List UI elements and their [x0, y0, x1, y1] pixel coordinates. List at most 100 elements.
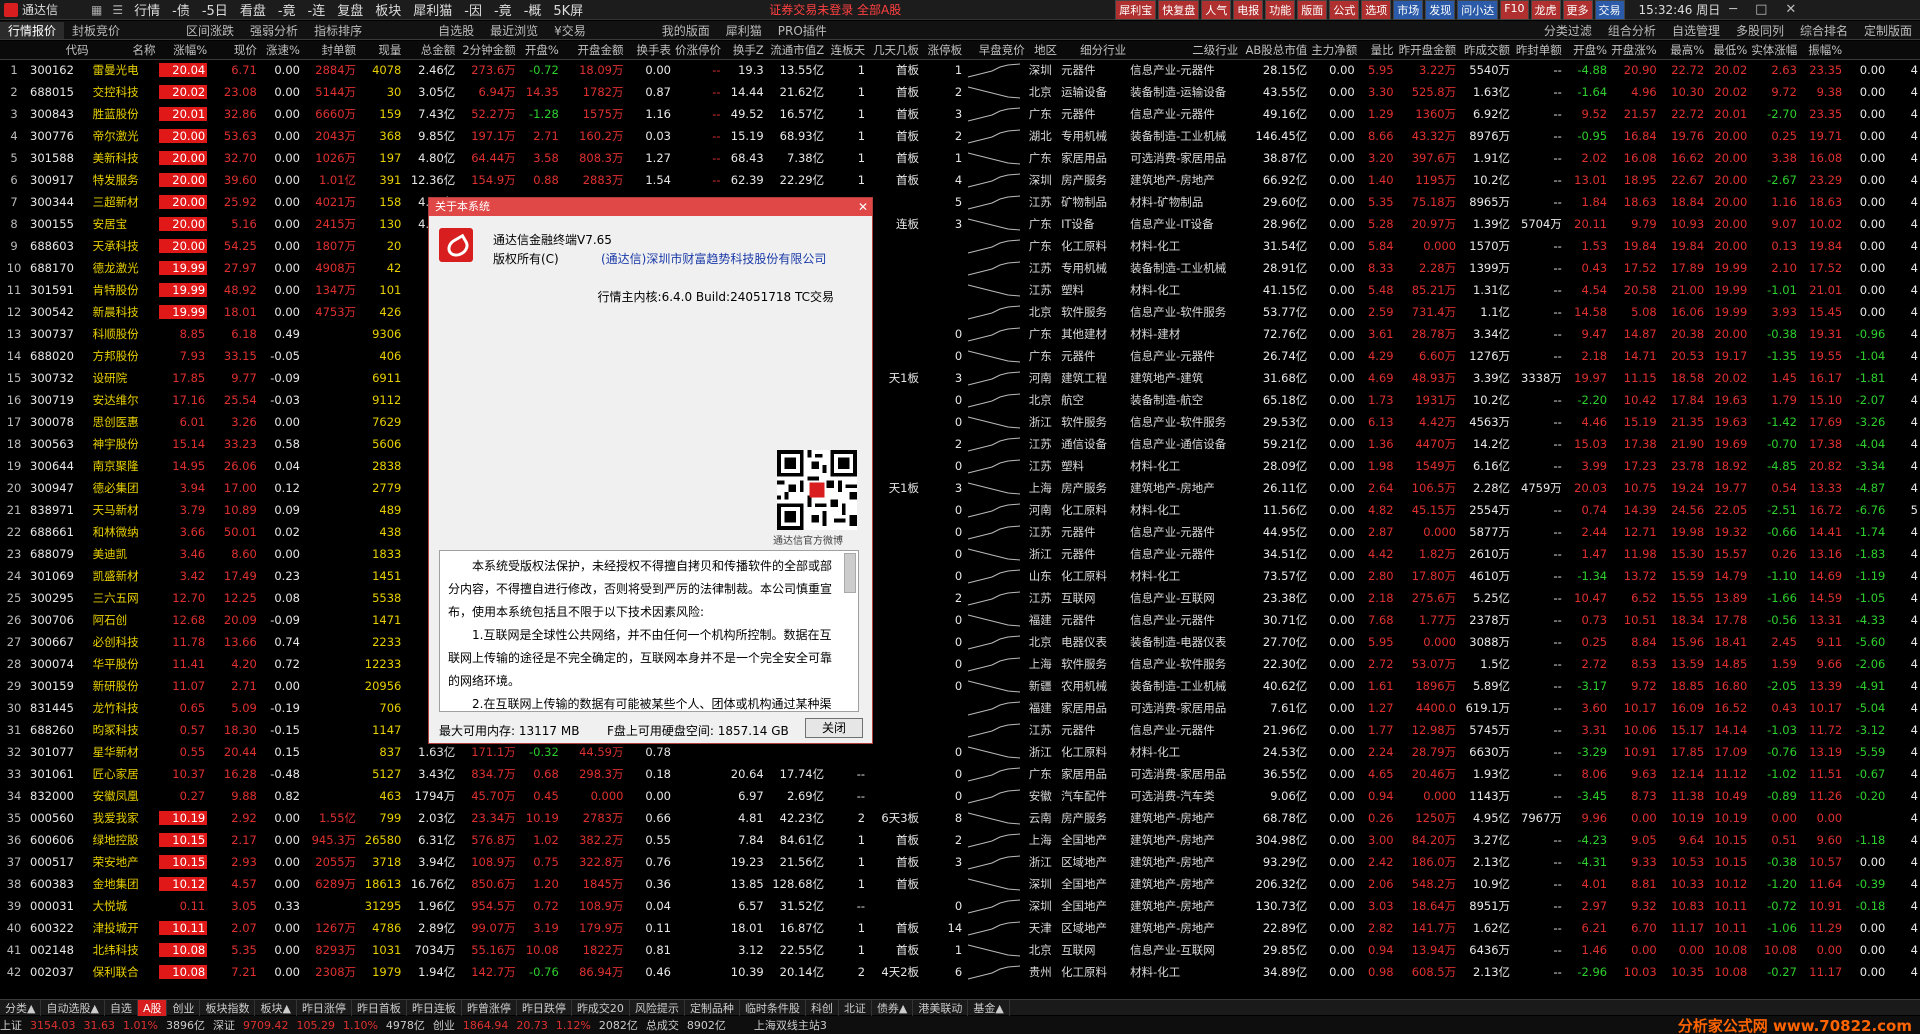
menu-item[interactable]: 犀利猫	[407, 0, 458, 19]
market-tab[interactable]: 昨日跌停	[517, 999, 572, 1016]
table-row[interactable]: 41 002148 北纬科技 10.08 5.35 0.00 8293万 1031 7034万 5…	[0, 939, 1920, 961]
table-row[interactable]: 9 688603 天承科技 20.00 54.25 0.00 1807万 20 广东 化工原料 材料…	[0, 235, 1920, 257]
market-tab[interactable]: 自动选股▲	[41, 999, 105, 1016]
close-icon[interactable]: ✕	[1776, 2, 1805, 17]
table-row[interactable]: 1 300162 雷曼光电 20.04 6.71 0.00 2884万 4078 2.46亿 27…	[0, 59, 1920, 81]
tab-seal-auction[interactable]: 封板竞价	[64, 22, 128, 39]
market-tab[interactable]: 定制品种	[685, 999, 740, 1016]
menu-item[interactable]: -概	[518, 0, 548, 19]
server-name[interactable]: 上海双线主站3	[754, 1017, 827, 1033]
tab-recent[interactable]: 最近浏览	[482, 22, 546, 39]
column-header[interactable]: 开盘%	[517, 41, 561, 60]
column-header[interactable]: 振幅%	[1798, 41, 1845, 60]
column-header[interactable]: 开盘金额	[560, 41, 626, 60]
quick-button[interactable]: 功能	[1265, 0, 1296, 20]
column-header[interactable]: 名称	[90, 41, 158, 60]
column-header[interactable]: 早盘竞价	[964, 41, 1027, 60]
table-row[interactable]: 3 300843 胜蓝股份 20.01 32.86 0.00 6660万 159 7.43亿 52…	[0, 103, 1920, 125]
column-header[interactable]: 最低%	[1706, 41, 1750, 60]
menu-item[interactable]: 看盘	[234, 0, 272, 19]
market-tab[interactable]: 风险提示	[630, 999, 685, 1016]
column-header[interactable]: 涨幅%	[157, 41, 210, 60]
menu-item[interactable]: -5日	[196, 0, 234, 19]
table-row[interactable]: 23 688079 美迪凯 3.46 8.60 0.00 1833 0 浙江 元器件 信息产业-元器…	[0, 543, 1920, 565]
table-row[interactable]: 32 301077 星华新材 0.55 20.44 0.15 837 1.63亿 171.1万 -…	[0, 741, 1920, 763]
quick-button[interactable]: 交易	[1594, 0, 1625, 20]
table-row[interactable]: 12 300542 新晨科技 19.99 18.01 0.00 4753万 426 北京 软件服务…	[0, 301, 1920, 323]
market-tab[interactable]: 板块指数	[200, 999, 256, 1016]
quick-button[interactable]: 电报	[1233, 0, 1264, 20]
table-row[interactable]: 30831445龙竹科技0.655.09-0.1970627.福建家居用品可选消…	[0, 697, 1920, 719]
quick-button[interactable]: 市场	[1393, 0, 1424, 20]
table-row[interactable]: 26 300706 阿石创 12.68 20.09 -0.09 1471 0 福建 元器件 信息产业…	[0, 609, 1920, 631]
company-link[interactable]: (通达信)深圳市财富趋势科技股份有限公司	[601, 250, 826, 267]
market-tab[interactable]: A股	[137, 999, 168, 1016]
quick-button[interactable]: 问小达	[1457, 0, 1499, 20]
market-tab[interactable]: 自选	[105, 999, 138, 1016]
column-header[interactable]: 最高%	[1658, 41, 1707, 60]
column-header[interactable]: 几天几板	[867, 41, 922, 60]
menu-item[interactable]: 行情	[128, 0, 166, 19]
menu-item[interactable]: -因	[458, 0, 488, 19]
column-header[interactable]: 量比	[1356, 41, 1396, 60]
column-header[interactable]	[0, 41, 29, 60]
column-header[interactable]	[1844, 41, 1888, 60]
table-row[interactable]: 33 301061 匠心家居 10.37 16.28 -0.48 5127 3.43亿 834.…	[0, 763, 1920, 785]
column-header[interactable]: 涨速%	[258, 41, 302, 60]
table-row[interactable]: 14 688020 方邦股份 7.93 33.15 -0.05 406 0 广东 元器件 信息产业-…	[0, 345, 1920, 367]
market-tab[interactable]: 港美联动	[913, 999, 969, 1016]
license-notice[interactable]: 本系统受版权法保护，未经授权不得擅自拷贝和传播软件的全部或部分内容，不得擅自进行…	[439, 550, 859, 712]
quick-button[interactable]: 人气	[1201, 0, 1232, 20]
market-tab[interactable]: 临时条件股	[740, 999, 806, 1016]
column-header[interactable]: 连板天	[826, 41, 868, 60]
column-header[interactable]: 2分钟金额	[457, 41, 518, 60]
column-header[interactable]: 昨封单额	[1512, 41, 1564, 60]
table-row[interactable]: 17 300078 思创医惠 6.01 3.26 0.00 7629 0 浙江 软件服务 信息产业-…	[0, 411, 1920, 433]
tab-indicator-sort[interactable]: 指标排序	[306, 22, 370, 39]
table-row[interactable]: 8300155安居宝20.005.160.002415万1304.95亿连板3广…	[0, 213, 1920, 235]
table-row[interactable]: 4 300776 帝尔激光 20.00 53.63 0.00 2043万 368 9.85亿 19…	[0, 125, 1920, 147]
table-row[interactable]: 24 301069 凯盛新材 3.42 17.49 0.23 1451 0 山东 化工原料 材料-化…	[0, 565, 1920, 587]
table-row[interactable]: 42 002037 保利联合 10.08 7.21 0.00 2308万 1979 1.94亿 1…	[0, 961, 1920, 983]
quick-button[interactable]: 公式	[1329, 0, 1360, 20]
quick-button[interactable]: 快复盘	[1158, 0, 1200, 20]
table-row[interactable]: 25 300295 三六五网 12.70 12.25 0.08 5538 2 江苏 互联网 信息产业…	[0, 587, 1920, 609]
column-header[interactable]: 主力净额	[1309, 41, 1357, 60]
table-row[interactable]: 34 832000 安徽凤凰 0.27 9.88 0.82 463 1794万 45.70万 0.…	[0, 785, 1920, 807]
table-row[interactable]: 6 300917 特发服务 20.00 39.60 0.00 1.01亿 391 12.36亿 1…	[0, 169, 1920, 191]
menu-item[interactable]: 复盘	[331, 0, 369, 19]
tab-pro-plugin[interactable]: PRO插件	[770, 22, 835, 39]
table-row[interactable]: 10 688170 德龙激光 19.99 27.97 0.00 4908万 42 江苏 专用机械装…	[0, 257, 1920, 279]
table-row[interactable]: 35 000560 我爱我家 10.19 2.92 0.00 1.55亿 799 2.03亿 23…	[0, 807, 1920, 829]
column-header[interactable]: 封单额	[301, 41, 359, 60]
tab-strength[interactable]: 强弱分析	[242, 22, 306, 39]
tab-watch-manage[interactable]: 自选管理	[1664, 22, 1728, 39]
column-header[interactable]: 昨成交额	[1458, 41, 1513, 60]
column-header[interactable]: 二级行业	[1128, 41, 1241, 60]
quick-button[interactable]: 更多	[1562, 0, 1593, 20]
tab-range[interactable]: 区间涨跌	[178, 22, 242, 39]
table-row[interactable]: 22 688661 和林微纳 3.66 50.01 0.02 438 0 江苏 元器件 信息产业-元…	[0, 521, 1920, 543]
market-tab[interactable]: 昨日连板	[407, 999, 462, 1016]
menu-item[interactable]: -竟	[488, 0, 518, 19]
tab-watchlist[interactable]: 自选股	[430, 22, 482, 39]
table-row[interactable]: 18 300563 神宇股份 15.14 33.23 0.58 5606 2 江苏 通信设备 信息产…	[0, 433, 1920, 455]
column-header[interactable]: 现价	[209, 41, 259, 60]
market-tab[interactable]: 昨日首板	[352, 999, 407, 1016]
column-header[interactable]: 开盘%	[1563, 41, 1610, 60]
table-row[interactable]: 19 300644 南京聚隆 14.95 26.06 0.04 2838 0 江苏 塑料 材料-化工…	[0, 455, 1920, 477]
market-tab[interactable]: 板块▲	[255, 999, 297, 1016]
tab-trade[interactable]: ¥交易	[546, 22, 594, 39]
menu-item[interactable]: -债	[166, 0, 196, 19]
notice-scrollbar[interactable]	[844, 553, 856, 593]
column-header[interactable]: 现量	[358, 41, 404, 60]
market-tab[interactable]: 北证	[839, 999, 872, 1016]
market-tab[interactable]: 基金▲	[968, 999, 1010, 1016]
table-row[interactable]: 15 300732 设研院 17.85 9.77 -0.09 6911 天1板 3 河南 建筑工程建…	[0, 367, 1920, 389]
column-header[interactable]	[1887, 41, 1920, 60]
column-header[interactable]: 换手表	[625, 41, 673, 60]
list-icon[interactable]: ☰	[107, 3, 128, 17]
column-header[interactable]: 价涨停价	[672, 41, 723, 60]
quick-button[interactable]: 发现	[1425, 0, 1456, 20]
tab-filter[interactable]: 分类过滤	[1536, 22, 1600, 39]
